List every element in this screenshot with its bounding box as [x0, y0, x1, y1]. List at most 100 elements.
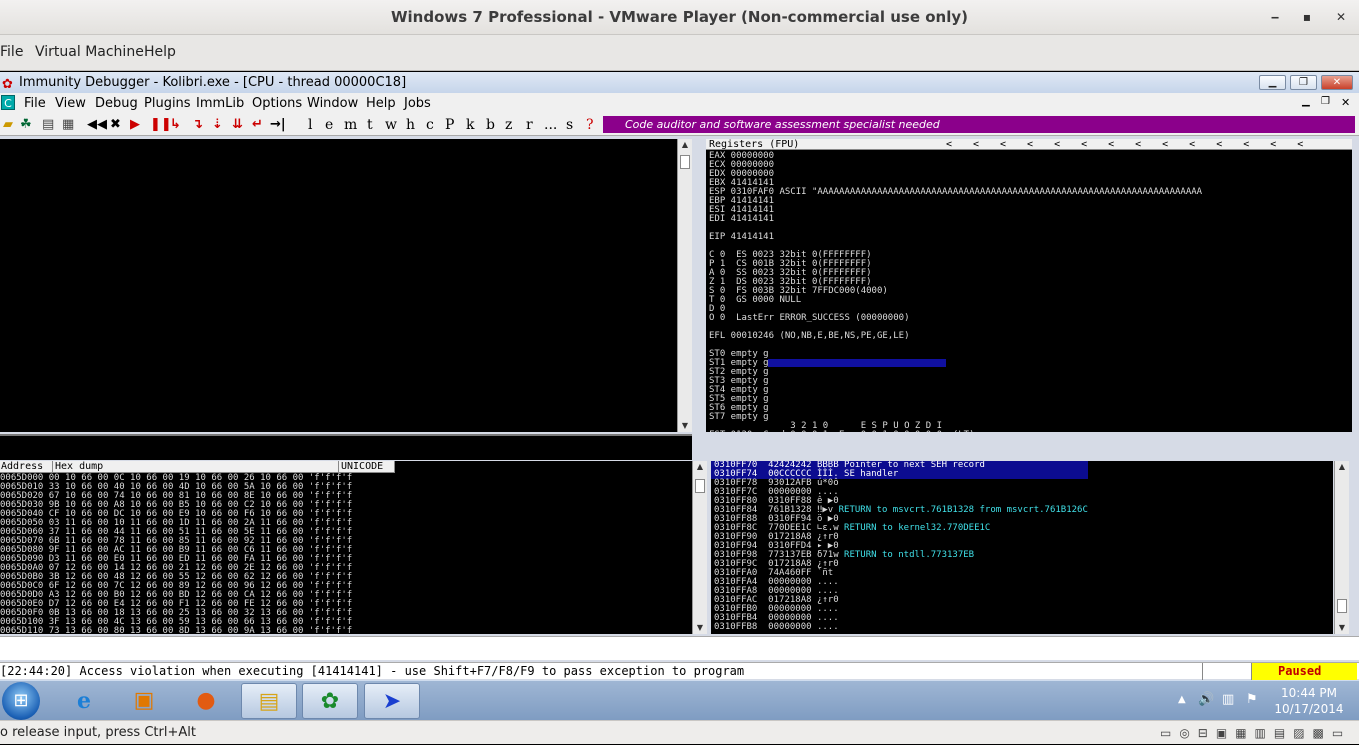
toolbar-call-stack-button[interactable]: k — [466, 117, 474, 133]
toolbar-breakpoints-button[interactable]: b — [486, 117, 495, 133]
register-line[interactable]: EAX 00000000 — [709, 152, 1202, 161]
minimize-button[interactable]: ‒ — [1268, 10, 1282, 24]
register-line[interactable]: EFL 00010246 (NO,NB,E,BE,NS,PE,GE,LE) — [709, 332, 1202, 341]
register-line[interactable]: ESP 0310FAF0 ASCII "AAAAAAAAAAAAAAAAAAAA… — [709, 188, 1202, 197]
attach-icon[interactable]: ☘ — [20, 118, 32, 132]
volume-icon[interactable]: 🔊 — [1198, 692, 1214, 707]
go-to-address-icon[interactable]: →| — [270, 118, 286, 132]
imm-restore-button[interactable]: ❐ — [1290, 75, 1317, 90]
start-button[interactable]: ⊞ — [2, 682, 40, 720]
mdi-close-button[interactable]: ✕ — [1341, 96, 1350, 109]
close-button[interactable]: ✕ — [1334, 10, 1348, 24]
toolbar-help-button[interactable]: ? — [586, 117, 594, 133]
toolbar-log-button[interactable]: l — [308, 117, 312, 133]
register-line[interactable]: ECX 00000000 — [709, 161, 1202, 170]
stack-scrollbar[interactable]: ▲ ▼ — [1334, 461, 1349, 634]
toolbar-patches-button[interactable]: P — [445, 117, 454, 133]
trace-over-icon[interactable]: ⇊ — [232, 118, 243, 132]
disassembly-pane[interactable]: ▲ ▼ — [0, 139, 692, 432]
network-icon[interactable]: ▥ — [1222, 692, 1234, 707]
toolbar-cpu-button[interactable]: c — [426, 117, 434, 133]
imm-menu-options[interactable]: Options — [252, 96, 302, 111]
clock[interactable]: 10:44 PM 10/17/2014 — [1274, 685, 1344, 717]
dump-col-hex[interactable]: Hex dump — [52, 461, 103, 472]
register-line[interactable] — [709, 224, 1202, 233]
maximize-button[interactable]: ▪ — [1300, 10, 1314, 24]
register-line[interactable]: EBP 41414141 — [709, 197, 1202, 206]
toolbar-windows-button[interactable]: w — [385, 117, 397, 133]
action-center-icon[interactable]: ⚑ — [1246, 692, 1258, 707]
scroll-thumb[interactable] — [680, 155, 690, 169]
device-icons[interactable]: ▭◎⊟▣▦▥▤▨▩▭ — [1160, 721, 1351, 745]
mdi-minimize-button[interactable]: ▁ — [1302, 96, 1310, 107]
show-hidden-icons-icon[interactable]: ▲ — [1178, 694, 1186, 705]
restart-icon[interactable]: ◀◀ — [87, 118, 107, 132]
media-player-icon[interactable]: ▣ — [116, 683, 172, 719]
pause-icon[interactable]: ❚❚ — [150, 118, 172, 132]
toolbar-source-button[interactable]: ... — [544, 117, 557, 133]
toolbar-s-button[interactable]: s — [566, 117, 573, 133]
step-into-icon[interactable]: ↳ — [170, 118, 181, 132]
toolbar-threads-button[interactable]: t — [367, 117, 373, 133]
imm-menu-view[interactable]: View — [55, 96, 86, 111]
guest-screen[interactable]: ✿ Immunity Debugger - Kolibri.exe - [CPU… — [0, 72, 1359, 720]
register-line[interactable]: ST5 empty g — [709, 395, 1202, 404]
toolbar-references-button[interactable]: z — [505, 117, 512, 133]
imm-close-button[interactable]: ✕ — [1321, 75, 1353, 90]
imm-minimize-button[interactable]: ▁ — [1259, 75, 1286, 90]
immunity-debugger-icon[interactable]: ➤ — [364, 683, 420, 719]
registers-pane[interactable]: Registers (FPU) <<<<<<<<<<<<<< EAX 00000… — [706, 139, 1352, 432]
scroll-down-arrow[interactable]: ▼ — [678, 420, 692, 432]
stack-row[interactable]: 0310FFB8 00000000 .... — [711, 623, 1088, 632]
menu-virtual-machine[interactable]: Virtual Machine — [35, 44, 144, 60]
step-over-icon[interactable]: ↴ — [192, 118, 203, 132]
open-file-icon[interactable]: ▰ — [3, 118, 13, 132]
firefox-icon[interactable]: ● — [178, 683, 234, 719]
imm-menu-file[interactable]: File — [24, 96, 46, 111]
menu-help[interactable]: Help — [144, 44, 176, 60]
mdi-restore-button[interactable]: ❐ — [1321, 96, 1330, 107]
scroll-up-arrow[interactable]: ▲ — [678, 139, 692, 151]
imm-menu-plugins[interactable]: Plugins — [144, 96, 191, 111]
register-line[interactable]: T 0 GS 0000 NULL — [709, 296, 1202, 305]
stack-scroll-up-arrow[interactable]: ▲ — [1335, 461, 1349, 473]
toolbar-run-trace-button[interactable]: r — [526, 117, 533, 133]
register-line[interactable]: ST4 empty g — [709, 386, 1202, 395]
imm-menu-immlib[interactable]: ImmLib — [196, 96, 244, 111]
register-line[interactable]: ST2 empty g — [709, 368, 1202, 377]
kolibri-icon[interactable]: ✿ — [302, 683, 358, 719]
register-line[interactable]: ST0 empty g — [709, 350, 1202, 359]
register-line[interactable]: EDX 00000000 — [709, 170, 1202, 179]
explorer-icon[interactable]: ▤ — [241, 683, 297, 719]
imm-menu-debug[interactable]: Debug — [95, 96, 138, 111]
imm-menu-help[interactable]: Help — [366, 96, 396, 111]
toolbar-memory-button[interactable]: m — [344, 117, 357, 133]
dump-scrollbar-track[interactable]: ▲ ▼ — [692, 461, 707, 634]
menu-file[interactable]: File — [0, 44, 23, 60]
execute-till-return-icon[interactable]: ↵ — [252, 118, 263, 132]
memory-icon[interactable]: ▤ — [42, 118, 54, 132]
register-line[interactable]: ESI 41414141 — [709, 206, 1202, 215]
register-line[interactable]: ST3 empty g — [709, 377, 1202, 386]
register-line[interactable]: EIP 41414141 — [709, 233, 1202, 242]
register-line[interactable]: FST 0120 Cond 0 0 0 1 Err 0 0 1 0 0 0 0 … — [709, 431, 1202, 433]
internet-explorer-icon[interactable]: e — [56, 683, 112, 719]
stack-pane[interactable]: 0310FF70 42424242 BBBB Pointer to next S… — [711, 461, 1333, 634]
disassembly-scrollbar[interactable]: ▲ ▼ — [677, 139, 692, 432]
imm-menu-jobs[interactable]: Jobs — [404, 96, 431, 111]
run-icon[interactable]: ▶ — [130, 118, 140, 132]
dump-scroll-down-arrow[interactable]: ▼ — [693, 622, 707, 634]
dump-pane[interactable]: Address Hex dump UNICODE 0065D000 00 10 … — [0, 461, 692, 634]
register-line[interactable]: ST6 empty g — [709, 404, 1202, 413]
close-program-icon[interactable]: ✖ — [110, 118, 121, 132]
register-line[interactable]: O 0 LastErr ERROR_SUCCESS (00000000) — [709, 314, 1202, 323]
registers-nav-arrows[interactable]: <<<<<<<<<<<<<< — [946, 139, 1324, 150]
dump-scroll-up-arrow[interactable]: ▲ — [693, 461, 707, 473]
ad-banner[interactable]: Code auditor and software assessment spe… — [603, 116, 1355, 133]
register-line[interactable] — [709, 341, 1202, 350]
dump-col-address[interactable]: Address — [1, 461, 43, 472]
stack-scroll-thumb[interactable] — [1337, 599, 1347, 613]
dump-col-unicode[interactable]: UNICODE — [338, 461, 395, 472]
command-bar[interactable] — [0, 636, 1359, 660]
stack-scroll-down-arrow[interactable]: ▼ — [1335, 622, 1349, 634]
